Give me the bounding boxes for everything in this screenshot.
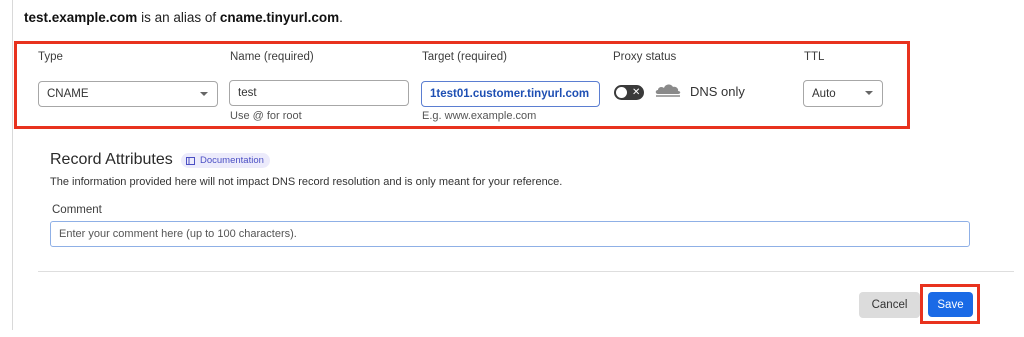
ttl-label: TTL bbox=[804, 51, 825, 63]
proxy-status-text: DNS only bbox=[690, 84, 745, 99]
chevron-down-icon bbox=[200, 92, 208, 96]
ttl-select-value: Auto bbox=[812, 87, 836, 100]
alias-target: cname.tinyurl.com bbox=[219, 10, 340, 25]
type-label: Type bbox=[38, 51, 63, 63]
ttl-select[interactable]: Auto bbox=[803, 80, 883, 107]
chevron-down-icon bbox=[865, 91, 873, 95]
save-button-highlight: Save bbox=[920, 284, 980, 324]
type-select-value: CNAME bbox=[47, 88, 89, 100]
cancel-button[interactable]: Cancel bbox=[859, 292, 920, 318]
proxy-status-label: Proxy status bbox=[613, 51, 677, 63]
target-label: Target (required) bbox=[422, 51, 508, 63]
target-hint: E.g. www.example.com bbox=[422, 110, 537, 122]
name-field[interactable]: test bbox=[229, 80, 409, 106]
record-attributes-description: The information provided here will not i… bbox=[50, 176, 563, 188]
alias-host: test.example.com bbox=[24, 10, 138, 25]
left-border bbox=[12, 0, 13, 330]
cloud-icon bbox=[655, 84, 681, 97]
target-field-value: 1test01.customer.tinyurl.com bbox=[430, 88, 590, 100]
alias-message: test.example.com is an alias of cname.ti… bbox=[24, 10, 343, 25]
name-hint: Use @ for root bbox=[230, 110, 302, 122]
divider bbox=[38, 271, 1014, 272]
toggle-knob bbox=[616, 87, 627, 98]
record-attributes-title: Record Attributes bbox=[50, 151, 173, 168]
type-select[interactable]: CNAME bbox=[38, 81, 218, 107]
name-label: Name (required) bbox=[230, 51, 314, 63]
alias-middle-text: is an alias of bbox=[137, 10, 220, 25]
name-field-value: test bbox=[238, 87, 257, 99]
target-field[interactable]: 1test01.customer.tinyurl.com bbox=[421, 81, 600, 107]
comment-input[interactable] bbox=[50, 221, 970, 247]
alias-end-text: . bbox=[339, 10, 343, 25]
documentation-link[interactable]: Documentation bbox=[181, 153, 270, 168]
close-icon: ✕ bbox=[632, 87, 641, 98]
save-button[interactable]: Save bbox=[928, 292, 973, 317]
comment-label: Comment bbox=[52, 204, 102, 216]
documentation-label: Documentation bbox=[200, 155, 264, 166]
proxy-toggle[interactable]: ✕ bbox=[614, 85, 644, 100]
book-icon bbox=[186, 156, 195, 165]
